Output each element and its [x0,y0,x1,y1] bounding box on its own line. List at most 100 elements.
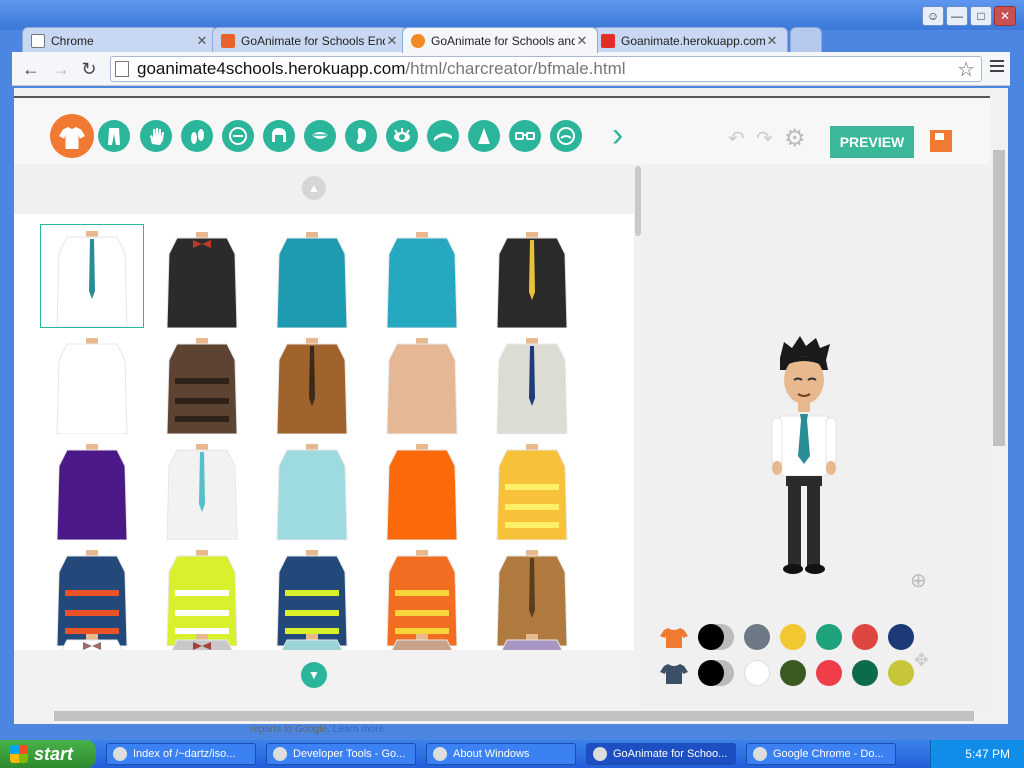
clothing-item-white-labcoat[interactable] [150,436,254,540]
tab-close-icon[interactable]: ✕ [385,33,399,49]
minimize-button[interactable]: — [946,6,968,26]
clothing-item-orange-safety-vest[interactable] [370,542,474,646]
clothing-item-blue-harness-uniform[interactable] [40,542,144,646]
reload-icon[interactable]: ↻ [78,58,100,80]
learn-more-link[interactable]: Learn more [333,724,384,735]
tab-close-icon[interactable]: ✕ [765,33,779,49]
ear-icon[interactable] [345,120,377,152]
grid-scrollbar-thumb[interactable] [635,166,641,236]
clothing-item-teal-tshirt[interactable] [260,224,364,328]
tab-label: GoAnimate for Schools End-of [241,33,385,48]
bookmark-star-icon[interactable]: ☆ [957,57,975,82]
clothing-item-black-suit-yellow-tie[interactable] [480,224,584,328]
grid-scrollbar[interactable] [634,164,642,708]
chrome-menu-icon[interactable] [990,60,1004,75]
hand-icon[interactable] [140,120,172,152]
tab-goanimate-schools[interactable]: GoAnimate for Schools and B ✕ [402,27,598,53]
start-button[interactable]: start [0,740,96,768]
mouth-icon[interactable] [304,120,336,152]
shoes-icon[interactable] [181,120,213,152]
secondary-color-swatch[interactable] [888,660,914,686]
primary-color-swatch[interactable] [744,624,770,650]
status-text: reports to Google. Learn more [250,724,384,735]
eyebrow-icon[interactable] [427,120,459,152]
secondary-color-swatch[interactable] [816,660,842,686]
goanimate-v-icon [221,33,235,48]
taskbar-item[interactable]: Index of /~dartz/iso... [106,743,256,765]
clothing-item-brown-trenchcoat[interactable] [480,542,584,646]
clothing-item-white-longsleeve[interactable] [40,330,144,434]
clothing-item-officer-uniform[interactable] [480,330,584,434]
back-arrow-icon[interactable]: ← [20,58,42,80]
primary-color-swatch[interactable] [780,624,806,650]
page-vertical-scrollbar[interactable] [990,88,1008,708]
close-window-button[interactable]: ✕ [994,6,1016,26]
eye-icon[interactable] [386,120,418,152]
clothing-item-black-tuxedo-bowtie[interactable] [150,224,254,328]
gear-icon[interactable]: ⚙ [784,124,806,153]
forward-arrow-icon[interactable]: → [50,58,72,80]
page-scrollbar-thumb[interactable] [993,150,1005,446]
clothing-item-firefighter-jacket[interactable] [480,436,584,540]
clothing-item-purple-polo[interactable] [40,436,144,540]
hair-icon[interactable] [263,120,295,152]
clothing-item-teal-polo[interactable] [370,224,474,328]
url-host: goanimate4schools.herokuapp.com [137,59,406,78]
profile-button[interactable]: ☺ [922,6,944,26]
maximize-button[interactable]: □ [970,6,992,26]
taskbar-item[interactable]: Developer Tools - Go... [266,743,416,765]
clothing-item-light-blue-scrubs[interactable] [260,436,364,540]
tab-close-icon[interactable]: ✕ [195,33,209,49]
nose-icon[interactable] [468,120,500,152]
clothing-item-brown-striped-sweater[interactable] [150,330,254,434]
taskbar-item[interactable]: GoAnimate for Schoo... [586,743,736,765]
clothing-item-yellow-hivis-jacket[interactable] [150,542,254,646]
face-icon[interactable] [222,120,254,152]
secondary-color-swatch[interactable] [780,660,806,686]
scroll-down-icon[interactable]: ▼ [301,662,327,688]
new-tab-button[interactable] [790,27,822,53]
secondary-color-swatch[interactable] [744,660,770,686]
next-categories-chevron-icon[interactable]: › [612,118,623,152]
tab-strip: Chrome ✕ GoAnimate for Schools End-of ✕ … [22,27,822,53]
clothing-item-white-shirt-teal-tie[interactable] [40,224,144,328]
tab-goanimate-end[interactable]: GoAnimate for Schools End-of ✕ [212,27,408,53]
address-bar[interactable]: goanimate4schools.herokuapp.com/html/cha… [110,56,982,82]
scroll-up-icon[interactable]: ▲ [302,176,326,200]
secondary-color-picker[interactable] [698,660,734,686]
save-icon[interactable] [930,130,952,152]
redo-icon[interactable]: ↷ [756,126,773,151]
taskbar: start Index of /~dartz/iso... Developer T… [0,740,1024,768]
secondary-color-swatch[interactable] [852,660,878,686]
taskbar-item[interactable]: About Windows [426,743,576,765]
tab-label: Chrome [51,33,94,48]
pants-icon[interactable] [98,120,130,152]
primary-color-picker[interactable] [698,624,734,650]
tab-chrome[interactable]: Chrome ✕ [22,27,218,53]
tab-herokuapp[interactable]: Goanimate.herokuapp.com g ✕ [592,27,788,53]
title-bar[interactable] [0,0,1024,30]
zoom-in-icon[interactable]: ⊕ [910,568,927,593]
primary-color-swatch[interactable] [888,624,914,650]
shirt-icon[interactable] [50,114,94,158]
app-icon [753,747,767,761]
page-content: › ↶ ↷ ⚙ PREVIEW ▲ ▼ ⊕ ✥ [14,88,1008,708]
tab-close-icon[interactable]: ✕ [575,33,589,49]
primary-color-swatch[interactable] [852,624,878,650]
taskbar-item[interactable]: Google Chrome - Do... [746,743,896,765]
clothing-item-blue-hivis-vest[interactable] [260,542,364,646]
page-horizontal-scrollbar[interactable] [14,708,1008,724]
glasses-icon[interactable] [509,120,541,152]
mustache-icon[interactable] [550,120,582,152]
tab-label: GoAnimate for Schools and B [431,33,575,48]
primary-color-swatch[interactable] [816,624,842,650]
horizontal-scrollbar-thumb[interactable] [54,711,974,721]
clothing-item-brown-suit[interactable] [260,330,364,434]
preview-button[interactable]: PREVIEW [830,126,914,158]
clothing-item-bare-chest[interactable] [370,330,474,434]
clock: 5:47 PM [965,747,1010,761]
clothing-item-orange-jumpsuit[interactable] [370,436,474,540]
app-icon [433,747,447,761]
secondary-shirt-icon [660,664,688,684]
undo-icon[interactable]: ↶ [728,126,745,151]
